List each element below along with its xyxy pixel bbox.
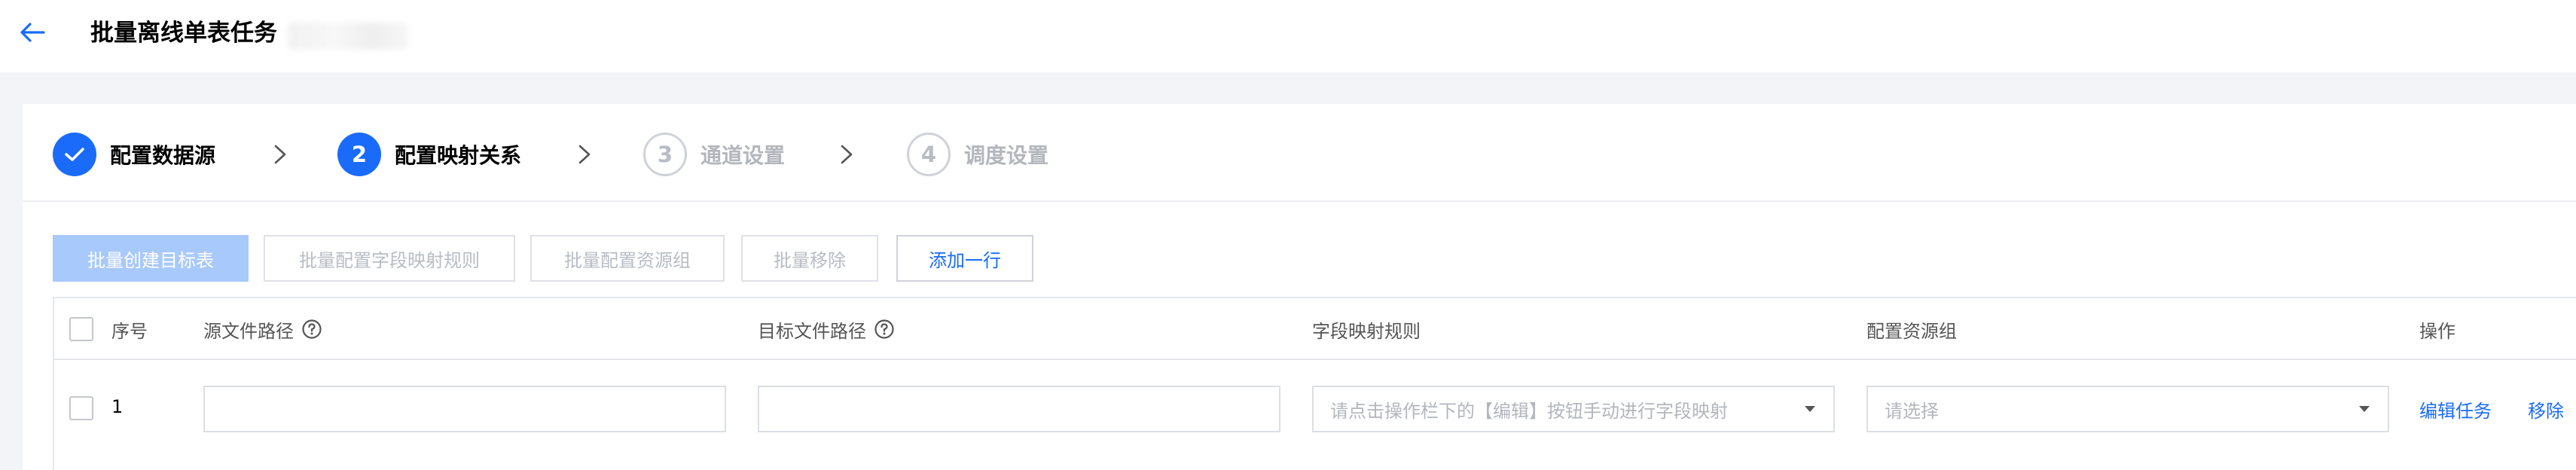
column-actions: 操作: [2419, 298, 2455, 360]
column-index: 序号: [111, 298, 148, 360]
steps-bar: 配置数据源 2 配置映射关系 3 通道设置 4 调度设置: [23, 104, 2576, 202]
step-label: 配置映射关系: [395, 143, 522, 168]
select-placeholder: 请点击操作栏下的【编辑】按钮手动进行字段映射: [1330, 400, 1728, 422]
select-all-checkbox[interactable]: [69, 317, 93, 341]
table-row: 1 请点击操作栏下的【编辑】按钮手动进行字段映射 请选择 编辑任务 移除: [54, 360, 2576, 458]
step-label: 调度设置: [964, 143, 1049, 168]
column-label: 序号: [111, 320, 148, 342]
step-channel-settings[interactable]: 3 通道设置: [643, 133, 785, 176]
mapping-table: 序号 源文件路径 目标文件路径 字段映射规则 配置资源组 操作 1 请点击操作栏…: [53, 297, 2576, 470]
arrow-left-icon[interactable]: [18, 21, 47, 44]
column-target-path: 目标文件路径: [758, 298, 895, 360]
table-header: 序号 源文件路径 目标文件路径 字段映射规则 配置资源组 操作: [54, 298, 2576, 360]
column-label: 字段映射规则: [1312, 320, 1421, 342]
column-label: 操作: [2419, 320, 2455, 342]
step-number: 2: [337, 133, 381, 176]
edit-task-link[interactable]: 编辑任务: [2419, 396, 2492, 423]
field-mapping-select[interactable]: 请点击操作栏下的【编辑】按钮手动进行字段映射: [1312, 386, 1835, 432]
step-configure-source[interactable]: 配置数据源: [53, 133, 215, 176]
caret-down-icon: [2359, 406, 2370, 412]
column-label: 目标文件路径: [758, 320, 866, 342]
redacted-task-name: [288, 23, 408, 50]
step-label: 通道设置: [700, 143, 786, 168]
batch-resource-group-button[interactable]: 批量配置资源组: [530, 235, 725, 282]
column-label: 配置资源组: [1866, 320, 1957, 342]
remove-row-link[interactable]: 移除: [2528, 396, 2564, 423]
step-number: 3: [643, 133, 687, 176]
row-checkbox[interactable]: [69, 396, 93, 420]
step-configure-mapping[interactable]: 2 配置映射关系: [337, 133, 521, 176]
batch-create-target-button[interactable]: 批量创建目标表: [53, 235, 249, 282]
target-path-input[interactable]: [758, 386, 1280, 432]
select-placeholder: 请选择: [1885, 400, 1939, 422]
page-header: 批量离线单表任务: [0, 0, 2576, 72]
main-card: 配置数据源 2 配置映射关系 3 通道设置 4 调度设置 批量创建目标表 批量配…: [23, 104, 2576, 470]
step-number: 4: [907, 133, 951, 176]
column-resource-group: 配置资源组: [1866, 298, 1957, 360]
step-label: 配置数据源: [110, 143, 216, 168]
batch-remove-button[interactable]: 批量移除: [741, 235, 878, 282]
check-icon: [53, 133, 96, 176]
caret-down-icon: [1805, 406, 1815, 412]
help-icon[interactable]: [301, 319, 322, 340]
chevron-right-icon: [841, 145, 853, 164]
step-schedule-settings[interactable]: 4 调度设置: [907, 133, 1048, 176]
add-row-button[interactable]: 添加一行: [896, 235, 1033, 282]
help-icon[interactable]: [874, 319, 895, 340]
batch-field-mapping-button[interactable]: 批量配置字段映射规则: [264, 235, 515, 282]
column-field-mapping: 字段映射规则: [1312, 298, 1421, 360]
column-label: 源文件路径: [203, 320, 294, 342]
row-index: 1: [111, 396, 124, 417]
resource-group-select[interactable]: 请选择: [1866, 386, 2389, 432]
page-title: 批量离线单表任务: [90, 20, 277, 47]
source-path-input[interactable]: [203, 386, 726, 432]
column-source-path: 源文件路径: [203, 298, 322, 360]
chevron-right-icon: [578, 145, 591, 164]
chevron-right-icon: [274, 145, 286, 164]
